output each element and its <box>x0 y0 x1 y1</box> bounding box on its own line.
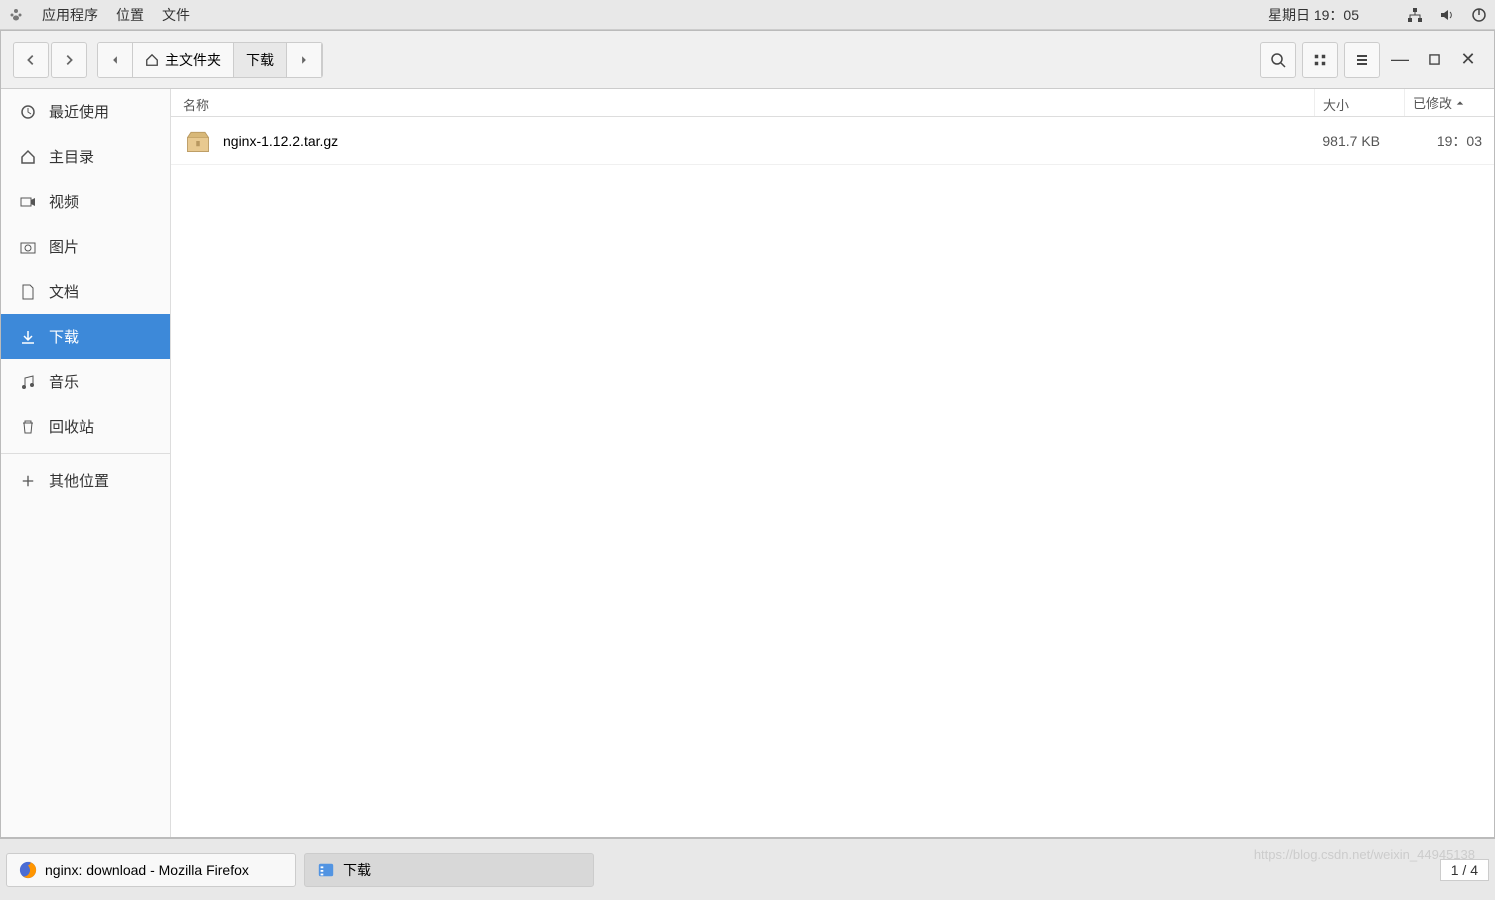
menu-places[interactable]: 位置 <box>116 5 144 25</box>
header-modified[interactable]: 已修改 <box>1404 89 1494 116</box>
list-row[interactable]: nginx-1.12.2.tar.gz 981.7 KB 19：03 <box>171 117 1494 165</box>
workspace-indicator[interactable]: 1 / 4 <box>1440 859 1489 881</box>
path-current-label: 下载 <box>246 50 274 70</box>
file-size: 981.7 KB <box>1302 133 1392 149</box>
sidebar: 最近使用 主目录 视频 图片 文档 下载 <box>1 89 171 837</box>
sidebar-item-pictures[interactable]: 图片 <box>1 224 170 269</box>
taskbar-item-label: 下载 <box>343 860 371 880</box>
back-button[interactable] <box>13 42 49 78</box>
path-bar: 主文件夹 下载 <box>97 42 323 78</box>
sidebar-item-label: 视频 <box>49 191 79 212</box>
minimize-button[interactable]: — <box>1386 46 1414 74</box>
sidebar-item-label: 下载 <box>49 326 79 347</box>
night-mode-icon[interactable] <box>1375 7 1391 23</box>
sidebar-item-label: 文档 <box>49 281 79 302</box>
clock-icon <box>19 103 37 121</box>
file-modified: 19：03 <box>1392 131 1482 151</box>
menu-files[interactable]: 文件 <box>162 5 190 25</box>
view-grid-button[interactable] <box>1302 42 1338 78</box>
camera-icon <box>19 238 37 256</box>
taskbar-item-files[interactable]: 下载 <box>304 853 594 887</box>
sidebar-item-label: 音乐 <box>49 371 79 392</box>
sidebar-item-trash[interactable]: 回收站 <box>1 404 170 449</box>
sidebar-item-other[interactable]: 其他位置 <box>1 458 170 503</box>
toolbar: 主文件夹 下载 — ✕ <box>1 31 1494 89</box>
sidebar-item-label: 其他位置 <box>49 470 109 491</box>
forward-button[interactable] <box>51 42 87 78</box>
list-header: 名称 大小 已修改 <box>171 89 1494 117</box>
sidebar-item-label: 主目录 <box>49 146 94 167</box>
path-home[interactable]: 主文件夹 <box>133 43 234 77</box>
volume-icon[interactable] <box>1439 7 1455 23</box>
clock-text: 星期日 19：05 <box>1268 5 1359 25</box>
plus-icon <box>19 472 37 490</box>
sidebar-item-label: 最近使用 <box>49 101 109 122</box>
system-panel: 应用程序 位置 文件 星期日 19：05 <box>0 0 1495 30</box>
video-icon <box>19 193 37 211</box>
taskbar-item-label: nginx: download - Mozilla Firefox <box>45 862 249 878</box>
file-manager-window: 主文件夹 下载 — ✕ <box>0 30 1495 838</box>
header-name[interactable]: 名称 <box>171 89 1314 116</box>
search-button[interactable] <box>1260 42 1296 78</box>
file-name: nginx-1.12.2.tar.gz <box>223 133 1302 149</box>
sidebar-item-home[interactable]: 主目录 <box>1 134 170 179</box>
file-list: 名称 大小 已修改 nginx-1.12.2.tar.gz 981.7 KB 1… <box>171 89 1494 837</box>
download-icon <box>19 328 37 346</box>
path-current[interactable]: 下载 <box>234 43 287 77</box>
sidebar-item-label: 回收站 <box>49 416 94 437</box>
sidebar-separator <box>1 453 170 454</box>
maximize-button[interactable] <box>1420 46 1448 74</box>
path-home-label: 主文件夹 <box>165 50 221 70</box>
network-icon[interactable] <box>1407 7 1423 23</box>
path-next-button[interactable] <box>287 43 322 77</box>
sidebar-item-music[interactable]: 音乐 <box>1 359 170 404</box>
archive-icon <box>183 126 213 156</box>
sidebar-item-label: 图片 <box>49 236 79 257</box>
close-button[interactable]: ✕ <box>1454 46 1482 74</box>
sort-asc-icon <box>1456 99 1464 107</box>
path-prev-button[interactable] <box>98 43 133 77</box>
menu-applications[interactable]: 应用程序 <box>42 5 98 25</box>
sidebar-item-videos[interactable]: 视频 <box>1 179 170 224</box>
trash-icon <box>19 418 37 436</box>
home-icon <box>19 148 37 166</box>
sidebar-item-documents[interactable]: 文档 <box>1 269 170 314</box>
document-icon <box>19 283 37 301</box>
power-icon[interactable] <box>1471 7 1487 23</box>
hamburger-menu-button[interactable] <box>1344 42 1380 78</box>
header-size[interactable]: 大小 <box>1314 89 1404 116</box>
sidebar-item-recent[interactable]: 最近使用 <box>1 89 170 134</box>
files-icon <box>317 861 335 879</box>
taskbar-item-firefox[interactable]: nginx: download - Mozilla Firefox <box>6 853 296 887</box>
sidebar-item-downloads[interactable]: 下载 <box>1 314 170 359</box>
taskbar: nginx: download - Mozilla Firefox 下载 1 /… <box>0 838 1495 900</box>
firefox-icon <box>19 861 37 879</box>
music-icon <box>19 373 37 391</box>
gnome-logo-icon <box>8 7 24 23</box>
